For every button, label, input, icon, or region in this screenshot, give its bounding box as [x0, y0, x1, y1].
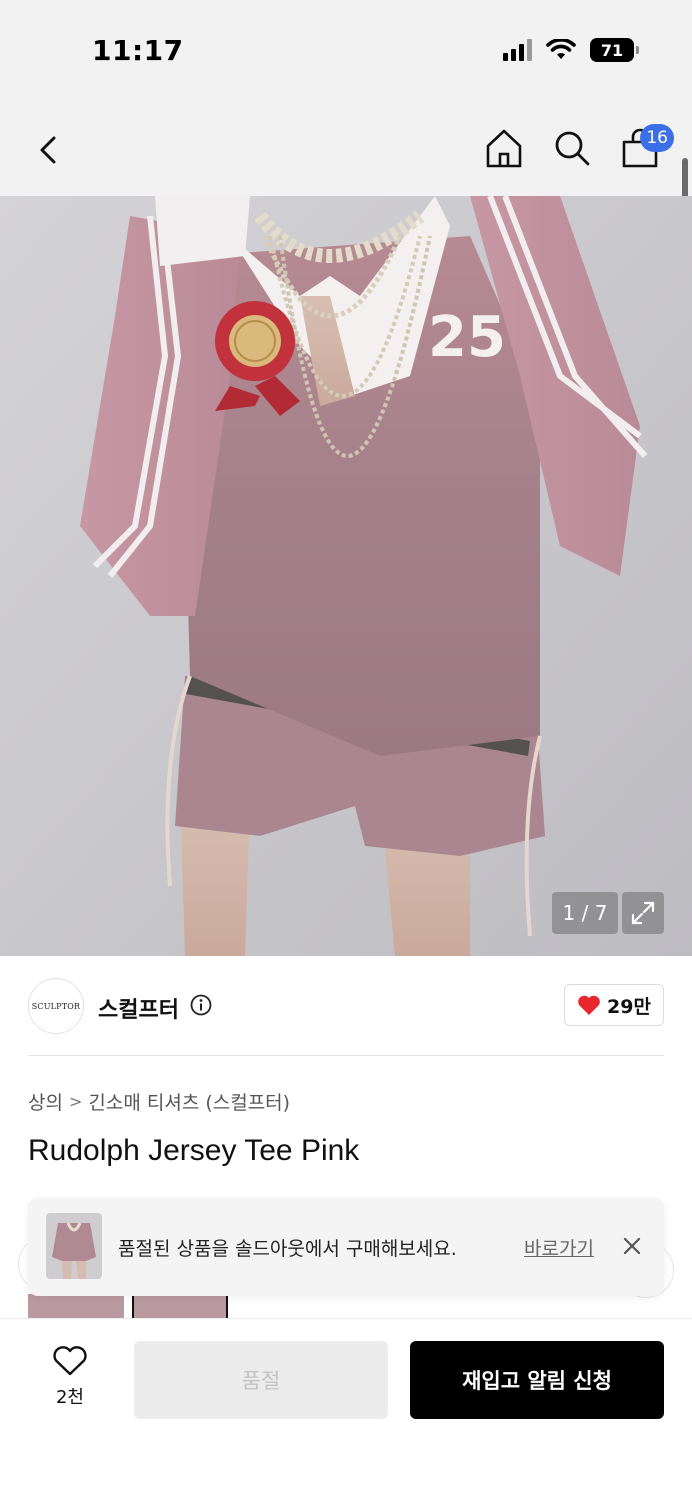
- banner-message: 품절된 상품을 솔드아웃에서 구매해보세요.: [118, 1238, 457, 1260]
- breadcrumb: 상의 > 긴소매 티셔츠 (스컬프터): [28, 1088, 290, 1115]
- status-bar: 11:17 71: [0, 0, 692, 100]
- soldout-banner: 품절된 상품을 솔드아웃에서 구매해보세요. 바로가기: [28, 1198, 664, 1296]
- battery-icon: 71: [590, 38, 639, 62]
- search-icon[interactable]: [552, 126, 592, 170]
- product-image-gallery[interactable]: 25 1 / 7: [0, 196, 692, 956]
- top-nav-bar: 16: [0, 100, 692, 196]
- image-counter: 1 / 7: [552, 892, 618, 934]
- wishlist-count: 2천: [55, 1387, 84, 1408]
- related-thumbnails: [28, 1294, 228, 1320]
- breadcrumb-category[interactable]: 상의: [28, 1088, 63, 1115]
- banner-product-thumbnail: [46, 1213, 102, 1279]
- nav-actions: 16: [484, 124, 674, 170]
- expand-icon: [631, 901, 655, 925]
- banner-link[interactable]: 바로가기: [524, 1234, 594, 1261]
- brand-logo[interactable]: SCULPTOR: [28, 978, 84, 1034]
- product-title: Rudolph Jersey Tee Pink: [28, 1134, 360, 1167]
- back-arrow-icon[interactable]: [32, 130, 68, 170]
- brand-like-button[interactable]: 29만: [564, 984, 664, 1026]
- info-icon[interactable]: [190, 994, 212, 1016]
- expand-button[interactable]: [622, 892, 664, 934]
- svg-text:25: 25: [428, 305, 506, 370]
- bottom-action-bar: 2천 품절 재입고 알림 신청: [0, 1318, 692, 1500]
- divider: [28, 1055, 664, 1056]
- brand-row: SCULPTOR 스컬프터 29만: [0, 956, 692, 1056]
- close-icon[interactable]: [620, 1234, 644, 1258]
- status-icons: 71: [503, 38, 639, 62]
- brand-name[interactable]: 스컬프터: [98, 992, 179, 1024]
- home-icon[interactable]: [484, 126, 524, 170]
- thumbnail[interactable]: [132, 1294, 228, 1320]
- signal-icon: [503, 39, 532, 61]
- wishlist-button[interactable]: 2천: [46, 1345, 94, 1409]
- product-photo: 25: [0, 196, 692, 956]
- breadcrumb-separator: >: [68, 1092, 83, 1111]
- heart-filled-icon: [578, 995, 600, 1015]
- thumbnail[interactable]: [28, 1294, 124, 1320]
- restock-alert-button[interactable]: 재입고 알림 신청: [410, 1341, 664, 1419]
- cart-button[interactable]: 16: [620, 124, 674, 170]
- soldout-button: 품절: [134, 1341, 388, 1419]
- brand-like-count: 29만: [607, 995, 651, 1018]
- status-time: 11:17: [92, 34, 184, 67]
- wifi-icon: [546, 39, 576, 59]
- heart-outline-icon: [53, 1346, 87, 1376]
- cart-count-badge: 16: [640, 124, 674, 152]
- breadcrumb-subcategory[interactable]: 긴소매 티셔츠 (스컬프터): [88, 1088, 290, 1115]
